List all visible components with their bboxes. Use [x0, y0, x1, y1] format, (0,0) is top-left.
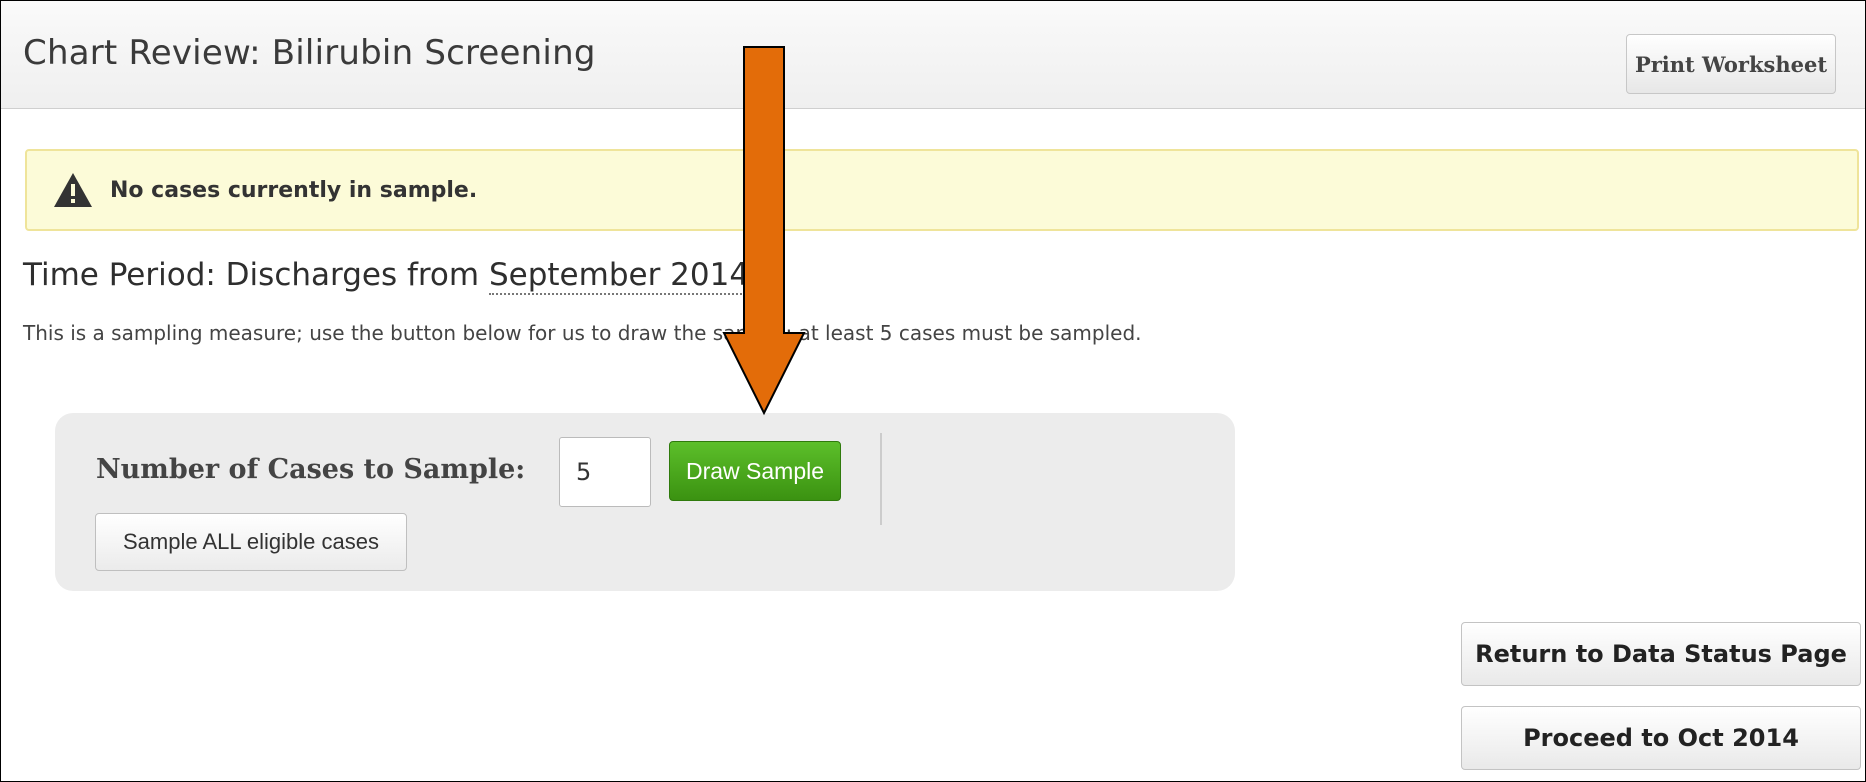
sampling-instructions: This is a sampling measure; use the butt… [23, 321, 1142, 345]
page-header: Chart Review: Bilirubin Screening Print … [1, 1, 1865, 109]
down-arrow-annotation-icon [722, 46, 806, 416]
time-period-heading: Time Period: Discharges from September 2… [23, 257, 750, 295]
cases-to-sample-input[interactable] [559, 437, 651, 507]
warning-icon [54, 173, 92, 207]
alert-message: No cases currently in sample. [110, 178, 478, 203]
draw-sample-button[interactable]: Draw Sample [669, 441, 841, 501]
cases-to-sample-label: Number of Cases to Sample: [96, 454, 526, 485]
no-cases-alert: No cases currently in sample. [25, 149, 1859, 231]
app-window: Chart Review: Bilirubin Screening Print … [0, 0, 1866, 782]
proceed-next-month-button[interactable]: Proceed to Oct 2014 [1461, 706, 1861, 770]
print-worksheet-button[interactable]: Print Worksheet [1626, 34, 1836, 94]
sample-panel: Number of Cases to Sample: Draw Sample S… [55, 413, 1235, 591]
time-period-month[interactable]: September 2014 [488, 257, 750, 295]
sample-all-button[interactable]: Sample ALL eligible cases [95, 513, 407, 571]
panel-divider [880, 433, 882, 525]
page-title: Chart Review: Bilirubin Screening [23, 33, 596, 73]
time-period-prefix: Time Period: Discharges from [23, 257, 489, 293]
return-to-data-status-button[interactable]: Return to Data Status Page [1461, 622, 1861, 686]
